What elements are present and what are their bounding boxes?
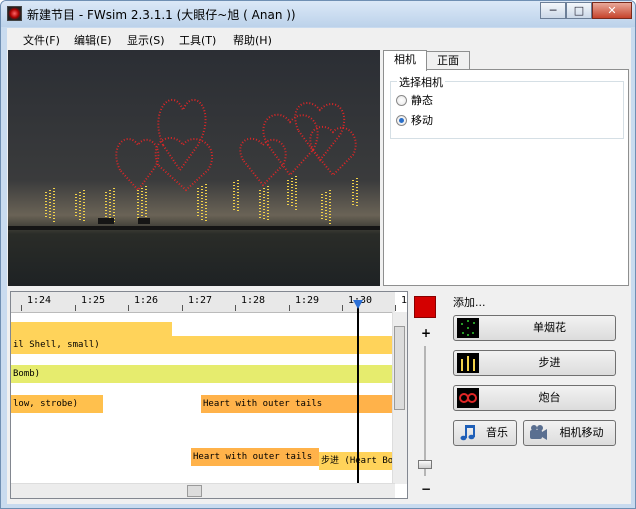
timeline-event[interactable]: Heart with outer tails <box>191 448 319 466</box>
tick-label: 1: <box>401 295 408 306</box>
title-bar: 新建节目 - FWsim 2.3.1.1 (大眼仔~旭 ( Anan )) ─ … <box>1 1 635 27</box>
menu-view[interactable]: 显示(S) <box>127 32 165 48</box>
music-note-icon <box>457 423 479 443</box>
timeline-event[interactable]: Bomb) <box>11 365 395 383</box>
playhead[interactable] <box>357 300 359 486</box>
minimize-button[interactable]: ─ <box>540 2 566 19</box>
ruler-tick <box>289 305 290 311</box>
tick-label: 1:26 <box>134 295 159 306</box>
firework-burst-icon <box>457 318 479 338</box>
radio-moving-indicator[interactable] <box>396 115 407 126</box>
ruler-tick <box>75 305 76 311</box>
zoom-out-button[interactable]: − <box>421 482 431 496</box>
record-button[interactable] <box>414 296 436 318</box>
tick-label: 1:27 <box>188 295 213 306</box>
add-step-label: 步进 <box>538 356 561 369</box>
tick-label: 1:28 <box>241 295 266 306</box>
timeline-horizontal-scrollbar[interactable] <box>11 483 395 498</box>
add-mortar-label: 炮台 <box>538 391 561 404</box>
ruler-tick <box>395 305 396 311</box>
fireworks-scene-image <box>8 98 380 230</box>
client-area: 相机 正面 选择相机 静态 移动 1:24 1:25 1:26 1:27 1:2… <box>7 50 631 504</box>
timeline-vertical-scrollbar[interactable] <box>392 312 407 484</box>
app-window: 新建节目 - FWsim 2.3.1.1 (大眼仔~旭 ( Anan )) ─ … <box>0 0 636 509</box>
add-label: 添加... <box>453 296 486 309</box>
add-camera-move-label: 相机移动 <box>559 426 604 439</box>
menu-bar: 文件(F) 编辑(E) 显示(S) 工具(T) 帮助(H) <box>7 28 631 50</box>
close-button[interactable]: ✕ <box>592 2 632 19</box>
add-step-button[interactable]: 步进 <box>453 350 616 376</box>
window-title: 新建节目 - FWsim 2.3.1.1 (大眼仔~旭 ( Anan )) <box>27 8 296 22</box>
vertical-scroll-thumb[interactable] <box>394 326 405 410</box>
zoom-slider-thumb[interactable] <box>418 460 432 469</box>
menu-tools[interactable]: 工具(T) <box>179 32 216 48</box>
zoom-in-button[interactable]: + <box>421 326 431 340</box>
tick-label: 1:29 <box>295 295 320 306</box>
fireworks-viewport[interactable] <box>8 50 380 286</box>
radio-static-label: 静态 <box>411 94 433 107</box>
horizontal-scroll-thumb[interactable] <box>187 485 202 497</box>
tick-label: 1:25 <box>81 295 106 306</box>
time-ruler[interactable]: 1:24 1:25 1:26 1:27 1:28 1:29 1:30 1: <box>11 292 407 313</box>
menu-edit[interactable]: 编辑(E) <box>74 32 112 48</box>
ruler-tick <box>21 305 22 311</box>
timeline-event[interactable]: il Shell, small) <box>11 336 395 354</box>
playhead-marker-icon[interactable] <box>353 300 363 309</box>
select-camera-group: 选择相机 静态 移动 <box>390 74 624 139</box>
tab-camera[interactable]: 相机 <box>383 50 427 71</box>
zoom-slider-track[interactable] <box>424 346 426 476</box>
radio-static-indicator[interactable] <box>396 95 407 106</box>
radio-moving-label: 移动 <box>411 114 433 127</box>
tick-label: 1:24 <box>27 295 52 306</box>
timeline-event[interactable]: low, strobe) <box>11 395 103 413</box>
menu-help[interactable]: 帮助(H) <box>233 32 272 48</box>
camera-icon <box>527 423 549 443</box>
ruler-tick <box>342 305 343 311</box>
timeline-event[interactable]: Heart with outer tails <box>201 395 395 413</box>
add-single-firework-button[interactable]: 单烟花 <box>453 315 616 341</box>
timeline[interactable]: 1:24 1:25 1:26 1:27 1:28 1:29 1:30 1: il… <box>10 291 408 499</box>
ruler-tick <box>128 305 129 311</box>
tab-front[interactable]: 正面 <box>426 51 470 70</box>
add-mortar-button[interactable]: 炮台 <box>453 385 616 411</box>
add-single-firework-label: 单烟花 <box>533 321 566 334</box>
radio-moving[interactable]: 移动 <box>396 112 433 128</box>
add-music-button[interactable]: 音乐 <box>453 420 517 446</box>
group-label: 选择相机 <box>397 74 445 90</box>
menu-file[interactable]: 文件(F) <box>23 32 60 48</box>
app-icon <box>7 6 22 21</box>
fountain-icon <box>457 353 479 373</box>
ruler-tick <box>182 305 183 311</box>
add-camera-move-button[interactable]: 相机移动 <box>523 420 616 446</box>
add-music-label: 音乐 <box>486 426 508 439</box>
camera-tab-panel: 选择相机 静态 移动 <box>383 69 629 286</box>
radio-static[interactable]: 静态 <box>396 92 433 108</box>
ruler-tick <box>235 305 236 311</box>
maximize-button[interactable]: □ <box>566 2 592 19</box>
mortar-icon <box>457 388 479 408</box>
